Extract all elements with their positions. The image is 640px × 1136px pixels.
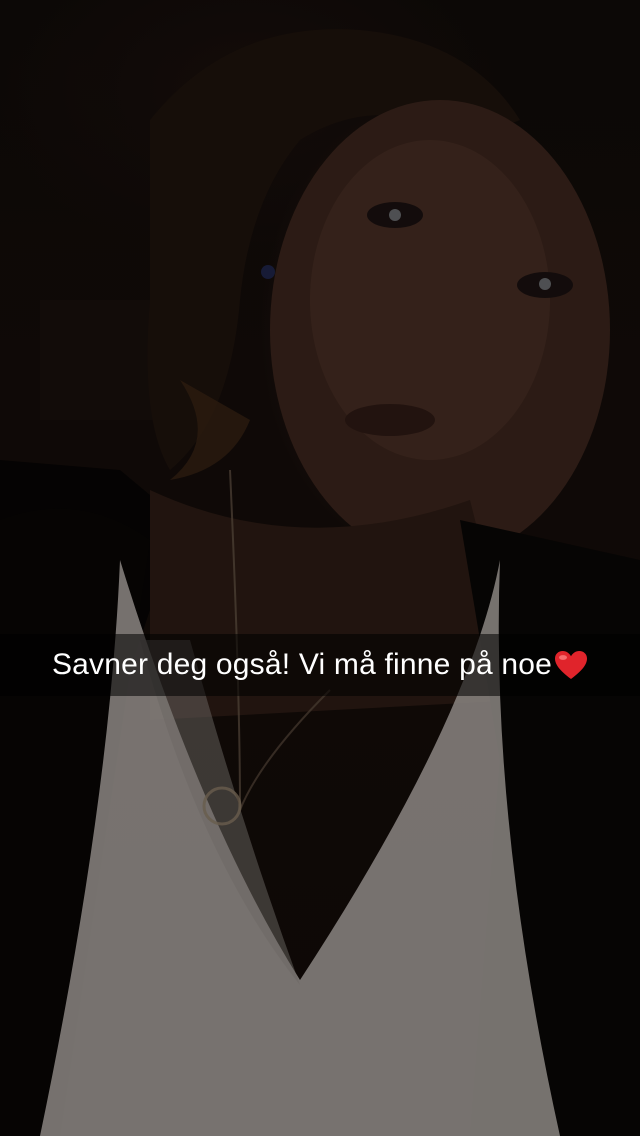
snap-view[interactable]: Savner deg også! Vi må finne på noe bbox=[0, 0, 640, 1136]
red-heart-icon bbox=[554, 650, 588, 680]
selfie-photo bbox=[0, 0, 640, 1136]
caption-text: Savner deg også! Vi må finne på noe bbox=[51, 648, 553, 681]
caption-bar: Savner deg også! Vi må finne på noe bbox=[0, 634, 640, 696]
